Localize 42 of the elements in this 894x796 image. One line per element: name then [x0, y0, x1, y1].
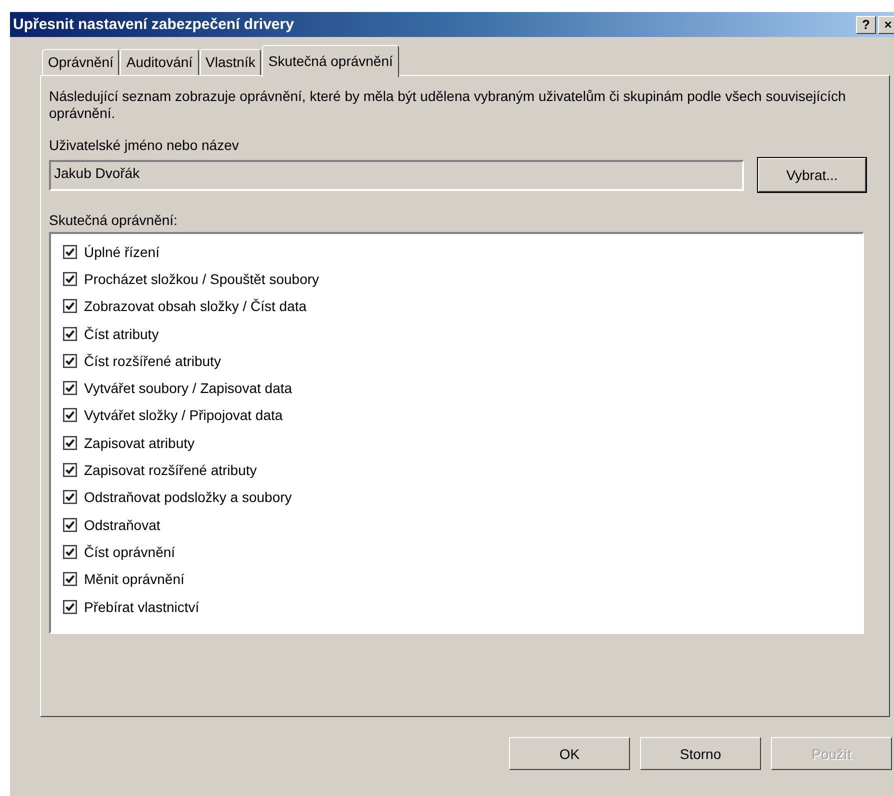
checkbox[interactable]	[63, 381, 77, 396]
user-name-field[interactable]: Jakub Dvořák	[49, 160, 744, 190]
permission-label: Vytvářet složky / Připojovat data	[84, 407, 283, 424]
permission-label: Odstraňovat podsložky a soubory	[84, 489, 292, 506]
permission-label: Číst oprávnění	[84, 544, 176, 560]
tab[interactable]: Skutečná oprávnění	[262, 45, 399, 77]
checkbox[interactable]	[63, 490, 77, 504]
permission-label: Zobrazovat obsah složky / Číst data	[84, 298, 307, 314]
permission-label: Úplné řízení	[84, 244, 160, 260]
tab[interactable]: Oprávnění	[42, 49, 120, 75]
checkbox[interactable]	[63, 463, 77, 478]
checkbox[interactable]	[63, 244, 77, 259]
permission-label: Číst rozšířené atributy	[84, 352, 221, 369]
field-label: Uživatelské jméno nebo název	[49, 137, 240, 153]
permission-label: Procházet složkou / Spouštět soubory	[84, 270, 320, 287]
checkbox[interactable]	[63, 544, 77, 559]
checkbox[interactable]	[63, 436, 77, 450]
permission-label: Vytvářet soubory / Zapisovat data	[84, 380, 292, 396]
permission-label: Odstraňovat	[84, 516, 160, 533]
checkbox[interactable]	[63, 299, 77, 314]
permission-label: Číst atributy	[84, 326, 159, 342]
checkbox[interactable]	[63, 326, 77, 341]
help-button[interactable]: ?	[856, 16, 876, 34]
dialog-button[interactable]: Storno	[640, 737, 761, 770]
tab[interactable]: Auditování	[120, 49, 199, 75]
checkbox[interactable]	[63, 354, 77, 368]
checkbox[interactable]	[63, 572, 77, 586]
checkbox[interactable]	[63, 518, 77, 532]
description-text: Následující seznam zobrazuje oprávnění, které by měla být udělena vybraným uživatelům či skupinám podle všech souvisejících oprávnění.	[49, 88, 847, 122]
checkbox[interactable]	[63, 408, 77, 422]
permission-label: Přebírat vlastnictví	[84, 598, 200, 614]
select-button[interactable]: Vybrat...	[758, 158, 866, 192]
permission-label: Měnit oprávnění	[84, 571, 184, 588]
window-title: Upřesnit nastavení zabezpečení drivery	[13, 16, 295, 33]
close-button[interactable]: ×	[878, 16, 894, 34]
tab[interactable]: Vlastník	[200, 49, 262, 75]
checkbox[interactable]	[63, 272, 77, 286]
checkbox[interactable]	[63, 600, 77, 614]
permission-label: Zapisovat atributy	[84, 434, 194, 451]
permission-label: Zapisovat rozšířené atributy	[84, 462, 257, 478]
dialog-button[interactable]: OK	[509, 737, 630, 770]
list-label: Skutečná oprávnění:	[49, 212, 178, 228]
